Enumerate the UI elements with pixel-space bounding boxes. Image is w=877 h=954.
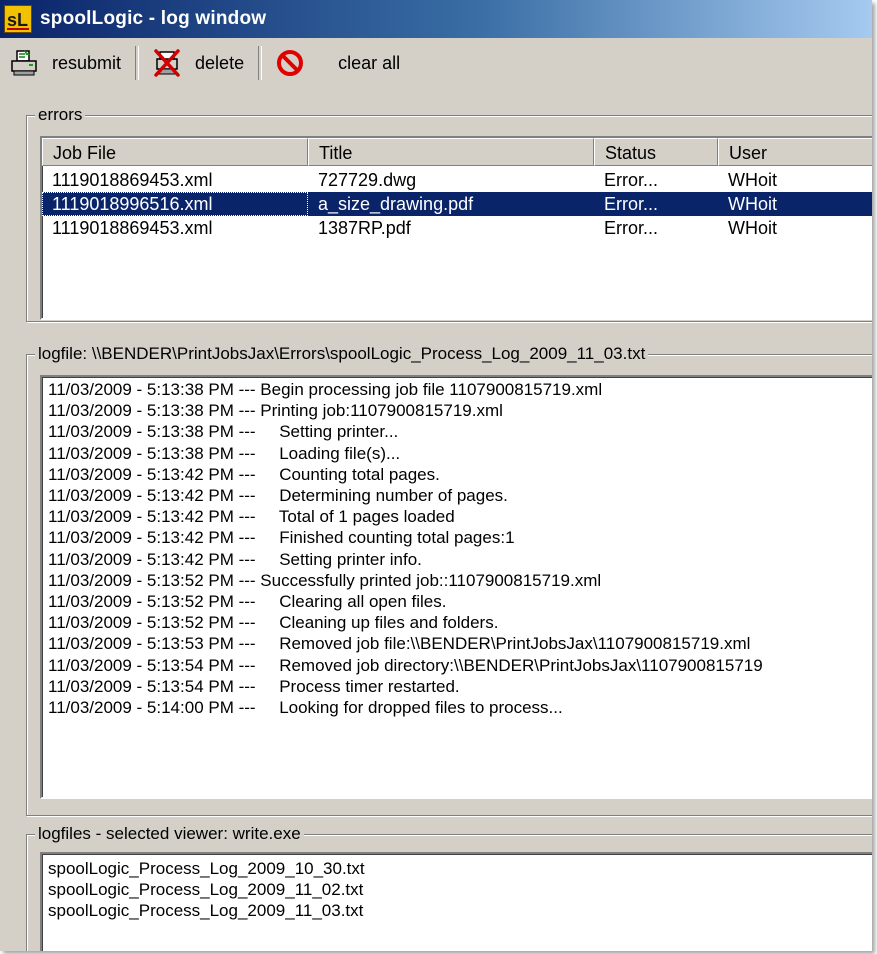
user-cell: WHoit	[728, 170, 777, 190]
log-line: 11/03/2009 - 5:13:54 PM --- Process time…	[48, 676, 460, 696]
job-file-cell: 1119018869453.xml	[52, 170, 213, 190]
delete-button[interactable]: delete	[149, 43, 248, 83]
toolbar-separator	[135, 46, 140, 80]
log-line: 11/03/2009 - 5:13:38 PM --- Loading file…	[48, 443, 401, 463]
toolbar-separator	[258, 46, 263, 80]
table-row-selected[interactable]: 1119018996516.xml a_size_drawing.pdf Err…	[42, 192, 872, 216]
log-line: 11/03/2009 - 5:13:38 PM --- Begin proces…	[48, 380, 603, 399]
log-line: 11/03/2009 - 5:13:52 PM --- Clearing all…	[48, 592, 447, 612]
clear-all-button[interactable]: clear all	[272, 43, 404, 83]
log-line: 11/03/2009 - 5:13:42 PM --- Determining …	[48, 486, 508, 506]
toolbar: resubmit delete clear all	[6, 40, 866, 86]
delete-label: delete	[195, 52, 245, 73]
delete-printer-icon	[153, 49, 181, 77]
app-logo-icon: sL	[4, 5, 32, 33]
title-cell: 727729.dwg	[318, 170, 417, 190]
resubmit-label: resubmit	[52, 52, 122, 73]
title-cell: 1387RP.pdf	[318, 218, 411, 238]
clear-all-label: clear all	[338, 52, 401, 73]
log-line: 11/03/2009 - 5:13:42 PM --- Setting prin…	[48, 549, 422, 569]
column-header-title[interactable]: Title	[308, 138, 594, 166]
errors-group-label: errors	[35, 105, 86, 125]
status-cell: Error...	[594, 192, 718, 216]
job-file-cell: 1119018996516.xml	[42, 192, 308, 216]
user-cell: WHoit	[718, 192, 872, 216]
column-header-user[interactable]: User	[718, 138, 872, 166]
log-line: 11/03/2009 - 5:13:38 PM --- Setting prin…	[48, 422, 399, 442]
log-window: sL spoolLogic - log window resubmit dele…	[0, 0, 872, 951]
log-line: 11/03/2009 - 5:13:53 PM --- Removed job …	[48, 634, 751, 654]
logfiles-list[interactable]: spoolLogic_Process_Log_2009_10_30.txt sp…	[40, 852, 872, 951]
title-bar[interactable]: sL spoolLogic - log window	[0, 0, 872, 38]
table-row[interactable]: 1119018869453.xml 727729.dwg Error... WH…	[42, 168, 872, 192]
log-line: 11/03/2009 - 5:13:42 PM --- Finished cou…	[48, 528, 515, 548]
list-item[interactable]: spoolLogic_Process_Log_2009_11_03.txt	[48, 900, 872, 921]
logfiles-group-label: logfiles - selected viewer: write.exe	[35, 824, 304, 844]
status-cell: Error...	[604, 218, 659, 238]
errors-rows: 1119018869453.xml 727729.dwg Error... WH…	[42, 168, 872, 240]
logfile-group-label: logfile: \\BENDER\PrintJobsJax\Errors\sp…	[35, 344, 649, 364]
list-item[interactable]: spoolLogic_Process_Log_2009_10_30.txt	[48, 858, 872, 879]
status-cell: Error...	[604, 170, 659, 190]
errors-list[interactable]: Job File Title Status User 1119018869453…	[40, 136, 872, 320]
log-line: 11/03/2009 - 5:13:42 PM --- Total of 1 p…	[48, 507, 455, 527]
column-header-status[interactable]: Status	[594, 138, 718, 166]
window-title: spoolLogic - log window	[40, 8, 267, 29]
list-item[interactable]: spoolLogic_Process_Log_2009_11_02.txt	[48, 879, 872, 900]
logfile-text-area[interactable]: 11/03/2009 - 5:13:38 PM --- Begin proces…	[40, 375, 872, 799]
job-file-cell: 1119018869453.xml	[52, 218, 213, 238]
table-row[interactable]: 1119018869453.xml 1387RP.pdf Error... WH…	[42, 216, 872, 240]
log-line: 11/03/2009 - 5:13:42 PM --- Counting tot…	[48, 464, 440, 484]
log-line: 11/03/2009 - 5:13:38 PM --- Printing job…	[48, 401, 503, 421]
log-line: 11/03/2009 - 5:13:52 PM --- Cleaning up …	[48, 613, 499, 633]
user-cell: WHoit	[728, 218, 777, 238]
svg-text:sL: sL	[7, 10, 28, 30]
log-line: 11/03/2009 - 5:13:54 PM --- Removed job …	[48, 655, 763, 675]
printer-resubmit-icon	[10, 49, 38, 77]
no-entry-icon	[276, 49, 304, 77]
log-line: 11/03/2009 - 5:14:00 PM --- Looking for …	[48, 698, 563, 718]
resubmit-button[interactable]: resubmit	[6, 43, 125, 83]
errors-list-header: Job File Title Status User	[42, 138, 872, 168]
title-cell: a_size_drawing.pdf	[308, 192, 594, 216]
log-line: 11/03/2009 - 5:13:52 PM --- Successfully…	[48, 570, 602, 590]
column-header-job-file[interactable]: Job File	[42, 138, 308, 166]
